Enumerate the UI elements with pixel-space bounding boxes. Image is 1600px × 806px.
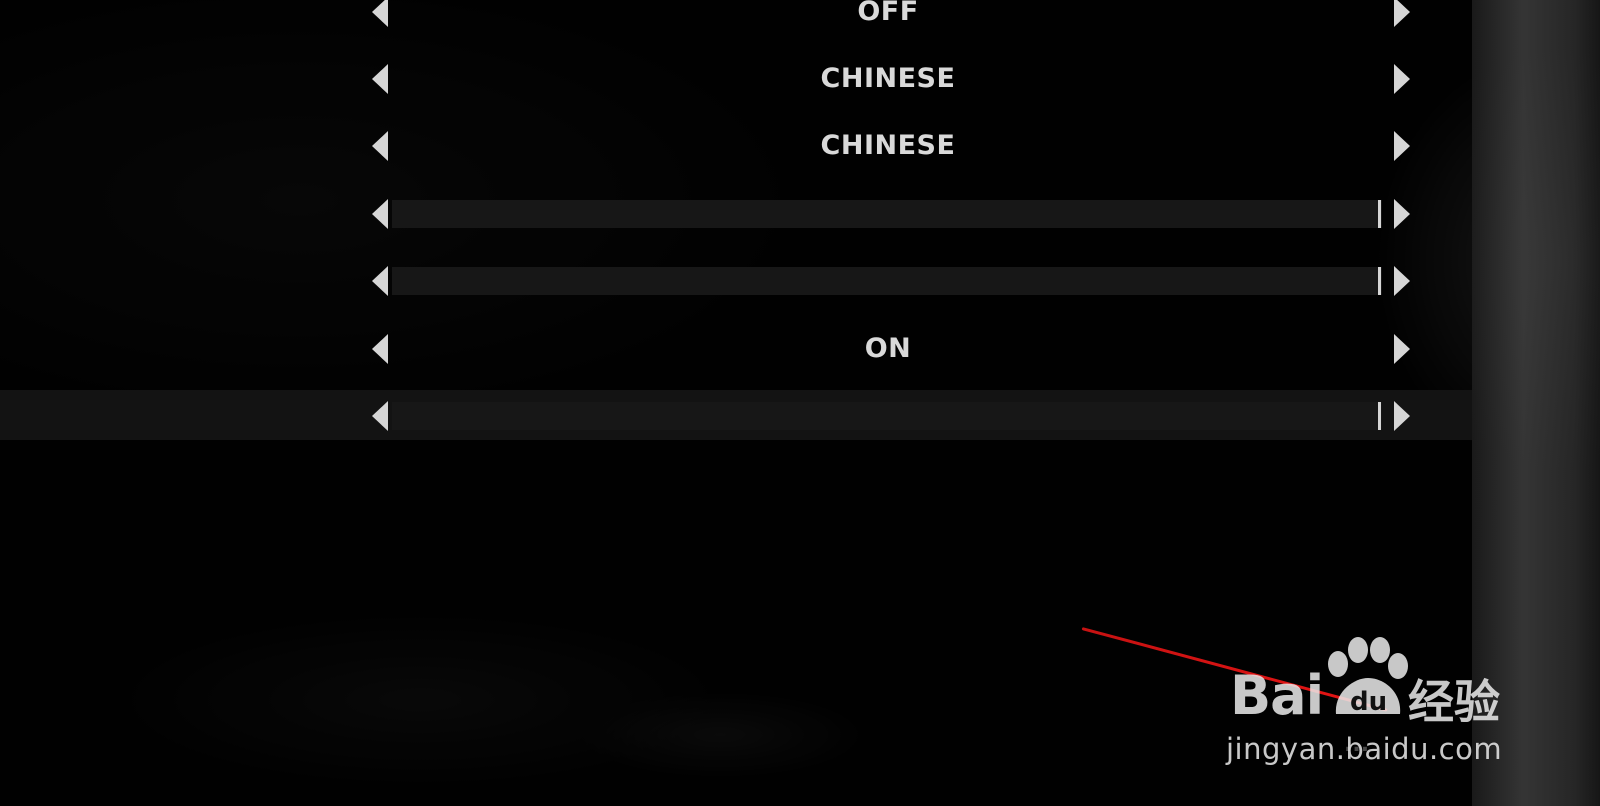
setting-row-5-slider[interactable] xyxy=(368,261,1410,301)
paw-logo-icon: du xyxy=(1328,637,1408,717)
watermark-url: jingyan.baidu.com xyxy=(1226,732,1503,766)
slider-handle[interactable] xyxy=(1378,402,1381,430)
arrow-right-icon[interactable] xyxy=(1394,266,1410,296)
arrow-left-icon[interactable] xyxy=(372,266,388,296)
arrow-right-icon[interactable] xyxy=(1394,401,1410,431)
arrow-right-icon[interactable] xyxy=(1394,199,1410,229)
watermark-chinese-text: 经验 xyxy=(1408,675,1500,729)
slider-handle[interactable] xyxy=(1378,267,1381,295)
paw-text: du xyxy=(1350,687,1387,717)
setting-row-2[interactable]: CHINESE xyxy=(368,59,1410,99)
arrow-right-icon[interactable] xyxy=(1394,0,1410,27)
watermark-brand-text: Bai xyxy=(1230,664,1324,727)
slider-handle[interactable] xyxy=(1378,200,1381,228)
setting-value: CHINESE xyxy=(820,63,956,94)
setting-row-4-slider[interactable] xyxy=(368,194,1410,234)
slider-track[interactable] xyxy=(392,402,1382,430)
arrow-left-icon[interactable] xyxy=(372,199,388,229)
arrow-left-icon[interactable] xyxy=(372,401,388,431)
slider-track[interactable] xyxy=(392,200,1382,228)
arrow-right-icon[interactable] xyxy=(1394,334,1410,364)
slider-track[interactable] xyxy=(392,267,1382,295)
setting-row-7-slider-selected[interactable] xyxy=(368,396,1410,436)
setting-row-3[interactable]: CHINESE xyxy=(368,126,1410,166)
baidu-watermark: Bai du 经验 jingyan.baidu.com xyxy=(1226,630,1516,770)
arrow-right-icon[interactable] xyxy=(1394,64,1410,94)
setting-value: CHINESE xyxy=(820,130,956,161)
setting-value: ON xyxy=(864,333,912,364)
setting-row-6[interactable]: ON xyxy=(368,329,1410,369)
arrow-right-icon[interactable] xyxy=(1394,131,1410,161)
setting-row-1[interactable]: OFF xyxy=(368,0,1410,32)
game-settings-screen: OFF CHINESE CHINESE ON ... Bai du 经验 jin… xyxy=(0,0,1600,806)
setting-value: OFF xyxy=(857,0,919,27)
